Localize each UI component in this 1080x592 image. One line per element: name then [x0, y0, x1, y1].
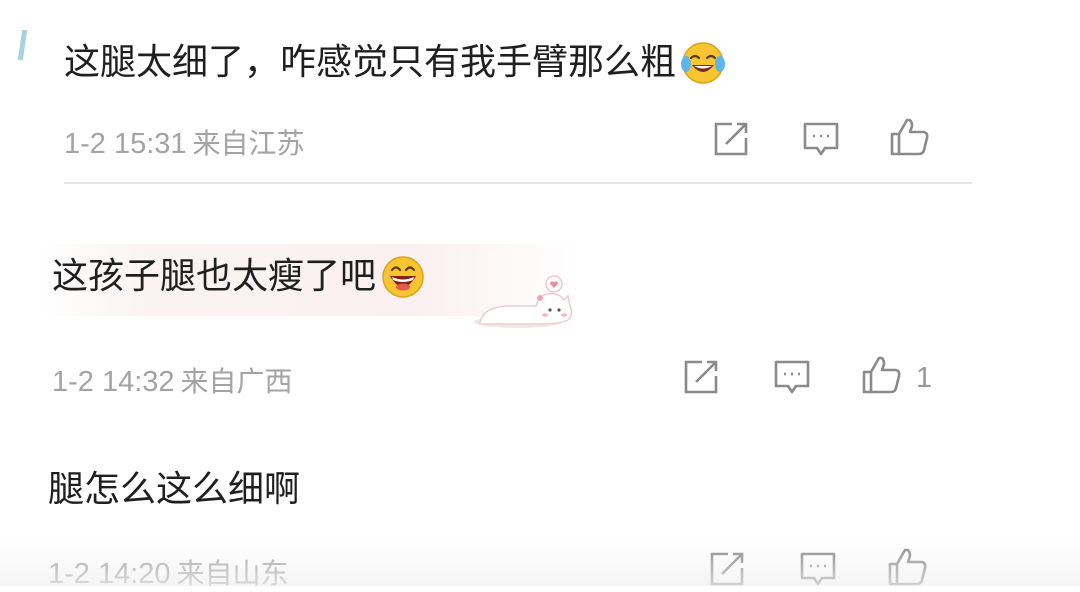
comment-region: 来自山东 [176, 557, 289, 590]
reply-button[interactable] [800, 118, 842, 160]
share-button[interactable] [706, 548, 748, 590]
laughing-tears-emoji-icon [681, 42, 726, 84]
comment-meta: 1-2 15:31 来自江苏 [64, 122, 305, 162]
comment-region: 来自江苏 [192, 127, 305, 160]
thumbs-up-icon [862, 356, 901, 394]
share-icon [714, 122, 748, 156]
comment-text-label: 这腿太细了，咋感觉只有我手臂那么粗 [64, 42, 677, 83]
share-icon [710, 552, 744, 586]
like-button[interactable] [860, 354, 902, 396]
comment-region: 来自广西 [180, 365, 293, 398]
reply-button[interactable] [797, 548, 839, 590]
comment-text: 腿怎么这么细啊 [48, 468, 300, 512]
share-icon [684, 360, 718, 394]
left-edge-accent [17, 30, 28, 60]
comment-meta: 1-2 14:32 来自广西 [52, 360, 293, 400]
comment-text-label: 这孩子腿也太瘦了吧 [52, 256, 377, 297]
comment-divider [64, 182, 972, 184]
comment-icon [800, 552, 836, 586]
reply-button[interactable] [771, 356, 813, 398]
comment-text-label: 腿怎么这么细啊 [48, 469, 301, 510]
like-button[interactable] [886, 546, 928, 588]
comment-text: 这腿太细了，咋感觉只有我手臂那么粗 [64, 40, 726, 86]
comment-time: 1-2 15:31 [64, 128, 187, 160]
thumbs-up-icon [888, 548, 927, 586]
share-button[interactable] [680, 356, 722, 398]
grinning-emoji-icon [382, 256, 424, 298]
comment-meta: 1-2 14:20 来自山东 [48, 552, 289, 592]
comment-time: 1-2 14:20 [48, 558, 171, 590]
thumbs-up-icon [890, 118, 929, 156]
like-count: 1 [916, 362, 933, 394]
cat-sticker-icon [474, 275, 573, 328]
comment-icon [803, 122, 839, 156]
comment-text: 这孩子腿也太瘦了吧 [52, 254, 426, 300]
comment-icon [774, 360, 810, 394]
comment-time: 1-2 14:32 [52, 366, 175, 398]
share-button[interactable] [710, 118, 752, 160]
like-button[interactable] [888, 116, 930, 158]
